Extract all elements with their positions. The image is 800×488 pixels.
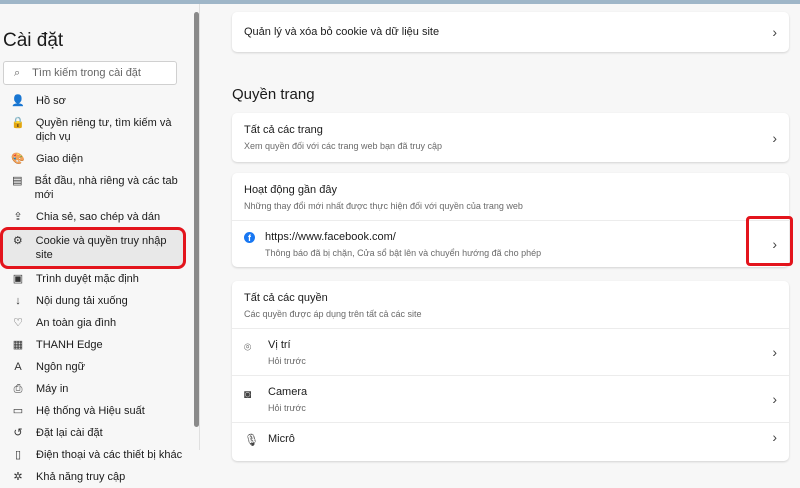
settings-title: Cài đặt bbox=[3, 30, 64, 51]
location-pin-icon: ⌾ bbox=[244, 340, 252, 354]
sidebar-item-icon: 🎨 bbox=[11, 153, 25, 165]
permission-label: Vị trí bbox=[268, 339, 291, 351]
sidebar-item[interactable]: ⎙ Máy in bbox=[3, 378, 183, 400]
chevron-right-icon: › bbox=[772, 344, 777, 360]
sidebar-nav: 👤 Hồ sơ 🔒 Quyền riêng tư, tìm kiếm và dịch … bbox=[0, 90, 186, 488]
permission-microphone[interactable]: 🎙 Micrô › bbox=[232, 422, 789, 462]
sidebar-item-label: Cookie và quyền truy nhập site bbox=[35, 235, 167, 261]
sidebar-item-icon: ▣ bbox=[12, 273, 24, 285]
sidebar-item-icon: ↺ bbox=[13, 427, 23, 439]
sidebar-item-icon: 👤 bbox=[11, 95, 25, 107]
sidebar-item-label: THANH Edge bbox=[36, 339, 103, 351]
sidebar-item-icon: ▦ bbox=[12, 339, 24, 351]
sidebar-item-label: Giao diện bbox=[36, 153, 84, 165]
sidebar-item[interactable]: A Ngôn ngữ bbox=[3, 356, 183, 378]
sidebar-item-icon: ⚙ bbox=[12, 235, 23, 247]
chevron-right-icon: › bbox=[772, 391, 777, 407]
sidebar-item[interactable]: ▦ THANH Edge bbox=[3, 334, 183, 356]
sidebar-item-label: Máy in bbox=[36, 383, 69, 395]
permission-desc: Hỏi trước bbox=[268, 403, 306, 413]
manage-cookies-card[interactable]: Quản lý và xóa bỏ cookie và dữ liệu site… bbox=[232, 12, 789, 52]
camera-icon: ◙ bbox=[244, 387, 252, 401]
sidebar-item-label: Nội dung tải xuống bbox=[36, 295, 128, 307]
sidebar-item[interactable]: ▣ Trình duyệt mặc định bbox=[3, 268, 183, 290]
sidebar-item-icon: A bbox=[14, 361, 22, 373]
sidebar-item[interactable]: ▭ Hệ thống và Hiệu suất bbox=[3, 400, 183, 422]
all-permissions-card: Tất cả các quyền Các quyền được áp dụng … bbox=[232, 281, 789, 461]
all-sites-title: Tất cả các trang bbox=[244, 124, 323, 136]
microphone-icon: 🎙 bbox=[244, 433, 260, 447]
sidebar-item-label: An toàn gia đình bbox=[36, 317, 117, 329]
permission-camera[interactable]: ◙ Camera Hỏi trước › bbox=[232, 375, 789, 422]
sidebar-item-icon: ♡ bbox=[13, 317, 23, 329]
recent-activity-card: Hoạt động gần đây Những thay đổi mới nhấ… bbox=[232, 173, 789, 267]
sidebar-item-icon: 🔒 bbox=[11, 117, 25, 129]
sidebar-item-icon: ⇪ bbox=[13, 211, 23, 223]
sidebar-item[interactable]: ↓ Nội dung tải xuống bbox=[3, 290, 183, 312]
chevron-right-icon: › bbox=[772, 129, 777, 146]
sidebar-item-icon: ▤ bbox=[12, 175, 23, 187]
sidebar-item-label: Đặt lại cài đặt bbox=[36, 427, 103, 439]
sidebar-item-label: Bắt đầu, nhà riêng và các tab mới bbox=[34, 175, 178, 201]
all-perms-desc: Các quyền được áp dụng trên tất cả các s… bbox=[244, 309, 422, 319]
sidebar-item-label: Chia sẻ, sao chép và dán bbox=[36, 211, 161, 223]
highlight-box bbox=[746, 216, 793, 266]
sidebar-item-label: Ngôn ngữ bbox=[36, 361, 85, 373]
chevron-right-icon: › bbox=[772, 429, 777, 445]
sidebar: Cài đặt ⌕ Tìm kiếm trong cài đặt 👤 Hồ sơ 🔒… bbox=[0, 4, 200, 483]
chevron-right-icon: › bbox=[772, 24, 777, 40]
sidebar-item-label: Hồ sơ bbox=[36, 95, 66, 107]
sidebar-item-icon: ▯ bbox=[14, 449, 22, 461]
manage-cookies-label: Quản lý và xóa bỏ cookie và dữ liệu site bbox=[244, 26, 440, 38]
sidebar-item[interactable]: ✲ Khả năng truy cập bbox=[3, 466, 183, 488]
all-perms-title: Tất cả các quyền bbox=[244, 292, 328, 304]
sidebar-item[interactable]: ♡ An toàn gia đình bbox=[3, 312, 183, 334]
all-sites-desc: Xem quyền đối với các trang web bạn đã t… bbox=[244, 141, 443, 151]
all-sites-card[interactable]: Tất cả các trang Xem quyền đối với các t… bbox=[232, 113, 789, 162]
sidebar-item[interactable]: ↺ Đặt lại cài đặt bbox=[3, 422, 183, 444]
permission-label: Camera bbox=[268, 386, 308, 398]
recent-desc: Những thay đổi mới nhất được thực hiện đ… bbox=[244, 201, 523, 211]
permission-label: Micrô bbox=[268, 433, 295, 445]
sidebar-item[interactable]: ⚙ Cookie và quyền truy nhập site bbox=[0, 227, 186, 269]
sidebar-item-label: Hệ thống và Hiệu suất bbox=[36, 405, 145, 417]
sidebar-item-label: Điện thoại và các thiết bị khác bbox=[36, 449, 183, 461]
sidebar-item[interactable]: 👤 Hồ sơ bbox=[3, 90, 183, 112]
sidebar-item-label: Quyền riêng tư, tìm kiếm và dịch vụ bbox=[35, 117, 172, 143]
sidebar-item[interactable]: ⇪ Chia sẻ, sao chép và dán bbox=[3, 206, 183, 228]
sidebar-item[interactable]: 🔒 Quyền riêng tư, tìm kiếm và dịch vụ bbox=[3, 112, 183, 148]
sidebar-item-icon: ↓ bbox=[15, 295, 21, 307]
sidebar-item[interactable]: ▯ Điện thoại và các thiết bị khác bbox=[3, 444, 183, 466]
sidebar-scrollbar[interactable] bbox=[194, 12, 199, 427]
recent-title: Hoạt động gần đây bbox=[244, 184, 337, 196]
permission-desc: Hỏi trước bbox=[268, 356, 306, 366]
section-title: Quyền trang bbox=[232, 86, 315, 103]
facebook-icon: f bbox=[244, 232, 255, 243]
sidebar-item-label: Khả năng truy cập bbox=[36, 471, 126, 483]
permission-location[interactable]: ⌾ Vị trí Hỏi trước › bbox=[232, 328, 789, 375]
sidebar-item[interactable]: 🎨 Giao diện bbox=[3, 148, 183, 170]
search-icon: ⌕ bbox=[14, 66, 21, 79]
recent-site-row[interactable]: f https://www.facebook.com/ Thông báo đã… bbox=[232, 220, 789, 267]
sidebar-item-icon: ⎙ bbox=[13, 383, 23, 395]
sidebar-item[interactable]: ▤ Bắt đầu, nhà riêng và các tab mới bbox=[3, 170, 183, 206]
site-desc: Thông báo đã bị chặn, Cửa sổ bật lên và … bbox=[265, 248, 542, 258]
site-url: https://www.facebook.com/ bbox=[265, 231, 396, 243]
sidebar-item-icon: ▭ bbox=[12, 405, 24, 417]
sidebar-item-icon: ✲ bbox=[13, 471, 23, 483]
search-placeholder: Tìm kiếm trong cài đặt bbox=[32, 67, 141, 79]
sidebar-item-label: Trình duyệt mặc định bbox=[36, 273, 139, 285]
search-input[interactable]: ⌕ Tìm kiếm trong cài đặt bbox=[3, 61, 177, 85]
